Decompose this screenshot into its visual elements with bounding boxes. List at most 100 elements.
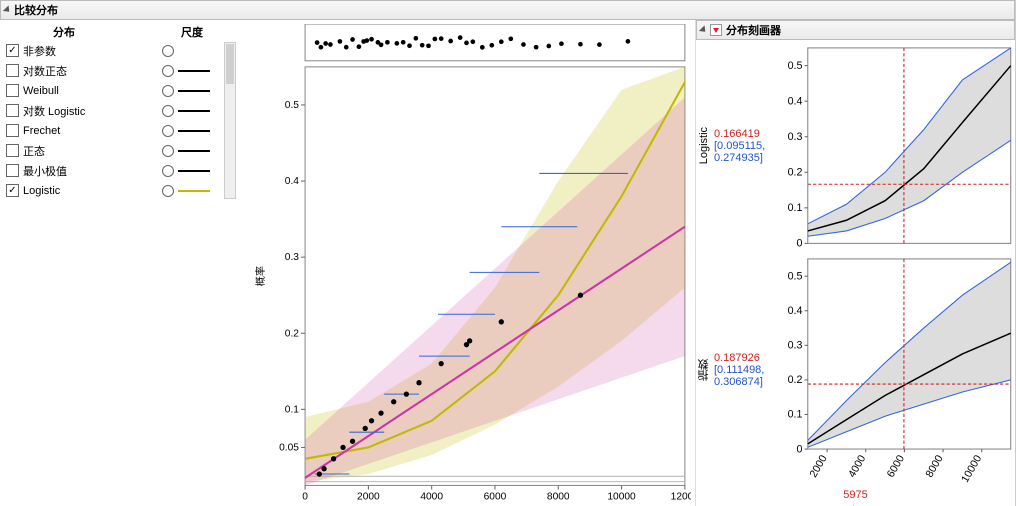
linestyle-swatch[interactable] — [178, 70, 210, 72]
main-area: 分布 非参数对数正态 Weibull 对数 Logistic Frechet 正态最小极… — [0, 20, 1015, 506]
svg-text:0.5: 0.5 — [788, 60, 803, 72]
scale-scrollbar[interactable] — [224, 42, 236, 199]
profiler-panel: 分布刻画器 Logistic0.166419 [0.095115, 0.2749… — [695, 20, 1015, 506]
svg-text:0.3: 0.3 — [285, 252, 299, 263]
svg-text:8000: 8000 — [547, 492, 570, 503]
svg-text:0.3: 0.3 — [788, 131, 803, 143]
scale-radio[interactable] — [162, 85, 174, 97]
scale-radio[interactable] — [162, 165, 174, 177]
dist-checkbox[interactable] — [6, 104, 19, 117]
svg-text:0.4: 0.4 — [285, 176, 299, 187]
dist-checkbox[interactable] — [6, 64, 19, 77]
profiler-x-label: 时间 — [696, 502, 1015, 506]
main-chart-area: 0200040006000800010000120000.050.10.20.3… — [248, 20, 695, 506]
hotspot-icon[interactable] — [710, 24, 722, 36]
dist-row: Logistic — [6, 182, 122, 199]
dist-checkbox[interactable] — [6, 84, 19, 97]
profiler-plot[interactable]: 0 0.1 0.2 0.3 0.4 0.5 2000 4000 6000 8000 10000 — [780, 251, 1015, 489]
profiler-ylabel: Logistic — [696, 40, 712, 251]
linestyle-swatch[interactable] — [178, 170, 210, 172]
scale-radio[interactable] — [162, 105, 174, 117]
probability-plot[interactable]: 0200040006000800010000120000.050.10.20.3… — [252, 24, 691, 506]
outline-header[interactable]: 比较分布 — [0, 0, 1015, 20]
ci-upper: 0.306874] — [714, 376, 763, 388]
profiler-x-value[interactable]: 5975 — [696, 489, 1015, 502]
svg-text:0: 0 — [302, 492, 308, 503]
svg-text:0.4: 0.4 — [788, 305, 803, 317]
col-header-dist: 分布 — [6, 24, 122, 42]
ci-lower: [0.095115, — [714, 140, 765, 152]
svg-text:0.2: 0.2 — [788, 167, 803, 179]
linestyle-swatch[interactable] — [178, 190, 210, 192]
dist-label: 正态 — [23, 143, 45, 159]
ci-lower: [0.111498, — [714, 364, 764, 376]
disclosure-icon[interactable] — [3, 5, 12, 14]
svg-text:8000: 8000 — [923, 453, 945, 480]
profiler-values: 0.187926 [0.111498, 0.306874] — [712, 251, 780, 489]
svg-text:0.5: 0.5 — [285, 100, 299, 111]
scale-radio[interactable] — [162, 65, 174, 77]
svg-text:10000: 10000 — [959, 453, 984, 485]
dist-row: Frechet — [6, 122, 122, 139]
disclosure-icon[interactable] — [699, 25, 708, 34]
dist-label: Weibull — [23, 85, 59, 97]
dist-row: 对数 Logistic — [6, 102, 122, 119]
dist-checkbox[interactable] — [6, 144, 19, 157]
svg-text:0.3: 0.3 — [788, 340, 803, 352]
svg-text:0: 0 — [796, 238, 802, 250]
svg-text:概率: 概率 — [254, 266, 267, 286]
dist-checkbox[interactable] — [6, 124, 19, 137]
estimate: 0.166419 — [714, 128, 760, 140]
svg-text:0.5: 0.5 — [788, 271, 803, 283]
panel-title: 比较分布 — [14, 2, 58, 18]
dist-row: 正态 — [6, 142, 122, 159]
distribution-selector: 分布 非参数对数正态 Weibull 对数 Logistic Frechet 正态最小极… — [0, 20, 248, 506]
dist-row: 非参数 — [6, 42, 122, 59]
dist-label: 对数 Logistic — [23, 103, 85, 119]
scale-radio[interactable] — [162, 145, 174, 157]
svg-text:0.1: 0.1 — [285, 404, 299, 415]
dist-row: 对数正态 — [6, 62, 122, 79]
linestyle-swatch[interactable] — [178, 110, 210, 112]
profiler-ylabel: 指数 — [696, 251, 712, 489]
scale-radio[interactable] — [162, 185, 174, 197]
dist-label: Frechet — [23, 125, 60, 137]
scale-radio[interactable] — [162, 45, 174, 57]
linestyle-swatch[interactable] — [178, 150, 210, 152]
dist-checkbox[interactable] — [6, 164, 19, 177]
svg-text:6000: 6000 — [885, 453, 907, 480]
linestyle-swatch[interactable] — [178, 90, 210, 92]
svg-text:2000: 2000 — [807, 453, 829, 480]
svg-text:2000: 2000 — [357, 492, 380, 503]
dist-label: 非参数 — [23, 43, 56, 59]
estimate: 0.187926 — [714, 352, 760, 364]
svg-text:12000: 12000 — [671, 492, 691, 503]
dist-row: Weibull — [6, 82, 122, 99]
svg-text:0.4: 0.4 — [788, 95, 803, 107]
svg-text:0.1: 0.1 — [788, 202, 803, 214]
profiler-values: 0.166419 [0.095115, 0.274935] — [712, 40, 780, 251]
svg-text:4000: 4000 — [420, 492, 443, 503]
profiler-header[interactable]: 分布刻画器 — [696, 20, 1015, 40]
profiler-plot[interactable]: 0 0.1 0.2 0.3 0.4 0.5 — [780, 40, 1015, 251]
svg-text:0.2: 0.2 — [285, 328, 299, 339]
dist-label: 最小极值 — [23, 163, 67, 179]
svg-text:0.1: 0.1 — [788, 409, 803, 421]
svg-text:0.05: 0.05 — [279, 442, 299, 453]
scale-radio[interactable] — [162, 125, 174, 137]
profiler-row: 指数0.187926 [0.111498, 0.306874] 0 0.1 0.2 0.… — [696, 251, 1015, 489]
dist-checkbox[interactable] — [6, 44, 19, 57]
svg-text:0: 0 — [796, 444, 802, 456]
ci-upper: 0.274935] — [714, 152, 763, 164]
linestyle-swatch[interactable] — [178, 130, 210, 132]
svg-text:6000: 6000 — [484, 492, 507, 503]
profiler-title: 分布刻画器 — [726, 22, 781, 38]
svg-text:4000: 4000 — [846, 453, 868, 480]
dist-checkbox[interactable] — [6, 184, 19, 197]
profiler-row: Logistic0.166419 [0.095115, 0.274935] 0 0.… — [696, 40, 1015, 251]
col-header-scale: 尺度 — [162, 24, 222, 42]
dist-label: Logistic — [23, 185, 60, 197]
svg-text:0.2: 0.2 — [788, 374, 803, 386]
root-panel: 比较分布 分布 非参数对数正态 Weibull 对数 Logistic Frechet… — [0, 0, 1016, 506]
dist-row: 最小极值 — [6, 162, 122, 179]
